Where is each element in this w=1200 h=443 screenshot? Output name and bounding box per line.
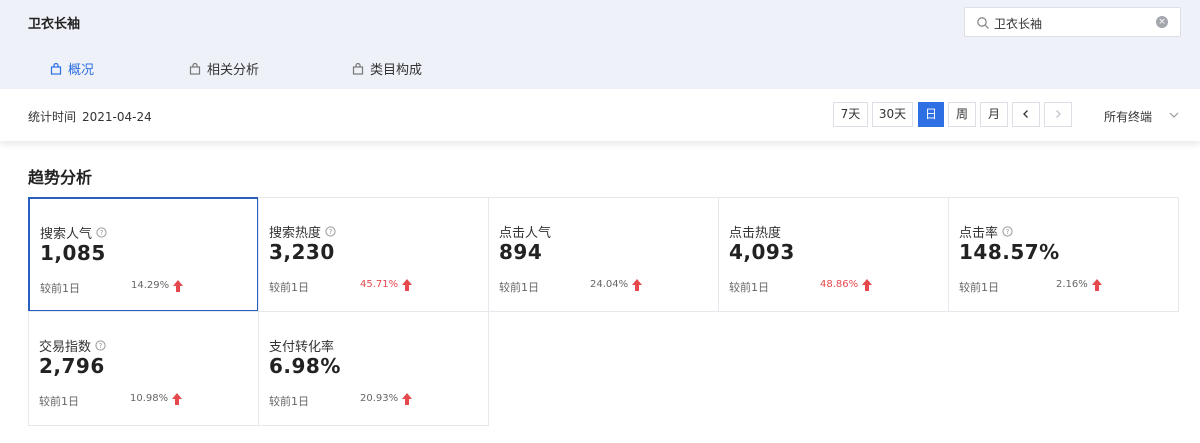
period-7d-button[interactable]: 7天 [833,102,868,127]
page-title: 卫衣长袖 [28,17,81,32]
tab-category-composition-label: 类目构成 [370,63,423,78]
metric-value: 6.98% [269,354,341,378]
clear-search-icon[interactable]: × [1156,16,1168,28]
up-arrow-icon [172,393,182,405]
up-arrow-icon [632,279,642,291]
metric-compare-label: 较前1日 [959,281,999,294]
metric-change: 14.29% [131,280,170,291]
metric-value: 894 [499,240,543,264]
stat-time-date: 2021-04-24 [82,110,152,124]
up-arrow-icon [862,279,872,291]
metric-label-row: 点击率 ? [959,222,1013,241]
tab-category-composition[interactable]: 类目构成 [352,48,422,89]
period-30d-button[interactable]: 30天 [872,102,913,127]
metric-label-row: 交易指数 ? [39,336,106,355]
svg-text:?: ? [99,342,103,350]
help-icon[interactable]: ? [96,227,107,238]
metric-label-row: 搜索热度 ? [269,222,336,241]
metric-label: 搜索热度 [269,226,322,241]
search-icon [977,17,989,29]
bag-icon [189,62,201,75]
metrics-grid: 搜索人气 ? 1,085 较前1日 14.29% 搜索热度 ? 3,230 较前… [28,197,1180,427]
chevron-right-icon [1056,110,1061,118]
metric-label: 点击率 [959,226,999,241]
metric-label: 点击热度 [729,226,782,241]
metric-label: 点击人气 [499,226,552,241]
metric-compare-label: 较前1日 [40,282,80,295]
tab-related-analysis[interactable]: 相关分析 [189,48,259,89]
metric-value: 1,085 [40,241,106,265]
metric-compare-label: 较前1日 [269,281,309,294]
metric-compare-label: 较前1日 [39,395,79,408]
bag-icon [50,62,62,75]
svg-text:?: ? [329,228,333,236]
period-day-button[interactable]: 日 [918,102,944,127]
help-icon[interactable]: ? [1002,226,1013,237]
metric-card-search-heat[interactable]: 搜索热度 ? 3,230 较前1日 45.71% [258,197,489,312]
metric-label-row: 搜索人气 ? [40,223,107,242]
help-icon[interactable]: ? [325,226,336,237]
metric-label-row: 点击人气 [499,222,551,241]
metric-change: 48.86% [820,279,859,290]
metric-value: 3,230 [269,240,335,264]
metric-card-click-rate[interactable]: 点击率 ? 148.57% 较前1日 2.16% [948,197,1179,312]
next-period-button[interactable] [1044,102,1072,127]
metric-value: 4,093 [729,240,795,264]
svg-text:?: ? [1006,228,1010,236]
bag-icon [352,62,364,75]
up-arrow-icon [1092,279,1102,291]
metric-value: 2,796 [39,354,105,378]
search-input[interactable]: 卫衣长袖 [994,15,1042,32]
metric-label-row: 支付转化率 [269,336,334,355]
metric-label: 交易指数 [39,340,92,355]
metric-change: 10.98% [130,393,169,404]
metric-label: 搜索人气 [40,227,93,242]
tab-overview-label: 概况 [67,63,94,78]
prev-period-button[interactable] [1012,102,1040,127]
chevron-left-icon [1023,110,1028,118]
top-bar: 卫衣长袖 卫衣长袖 × 概况 相关分析 类目构成 [0,0,1200,89]
stat-time-label: 统计时间 [28,110,77,124]
metric-card-payment-conversion[interactable]: 支付转化率 6.98% 较前1日 20.93% [258,311,489,426]
metric-value: 148.57% [959,240,1060,264]
stat-time: 统计时间 2021-04-24 [28,108,152,125]
svg-text:?: ? [100,229,104,237]
search-box[interactable]: 卫衣长袖 × [964,7,1181,37]
terminal-select[interactable]: 所有终端 [1104,108,1179,125]
metric-compare-label: 较前1日 [269,395,309,408]
metric-card-click-popularity[interactable]: 点击人气 894 较前1日 24.04% [488,197,719,312]
metric-change: 45.71% [360,279,399,290]
metric-card-click-heat[interactable]: 点击热度 4,093 较前1日 48.86% [718,197,949,312]
terminal-select-value: 所有终端 [1104,110,1153,124]
tab-related-analysis-label: 相关分析 [207,63,260,78]
metric-change: 2.16% [1056,279,1088,290]
chevron-down-icon [1169,112,1179,118]
section-title: 趋势分析 [28,168,93,187]
up-arrow-icon [173,280,183,292]
metric-label-row: 点击热度 [729,222,781,241]
metric-change: 20.93% [360,393,399,404]
toolbar: 统计时间 2021-04-24 7天 30天 日 周 月 所有终端 [0,89,1200,141]
up-arrow-icon [402,393,412,405]
metric-compare-label: 较前1日 [499,281,539,294]
metric-change: 24.04% [590,279,629,290]
tab-overview[interactable]: 概况 [10,48,134,89]
metric-label: 支付转化率 [269,340,335,355]
period-month-button[interactable]: 月 [980,102,1008,127]
metric-card-search-popularity[interactable]: 搜索人气 ? 1,085 较前1日 14.29% [28,197,259,312]
metric-compare-label: 较前1日 [729,281,769,294]
period-week-button[interactable]: 周 [948,102,976,127]
metric-card-transaction-index[interactable]: 交易指数 ? 2,796 较前1日 10.98% [28,311,259,426]
help-icon[interactable]: ? [95,340,106,351]
up-arrow-icon [402,279,412,291]
